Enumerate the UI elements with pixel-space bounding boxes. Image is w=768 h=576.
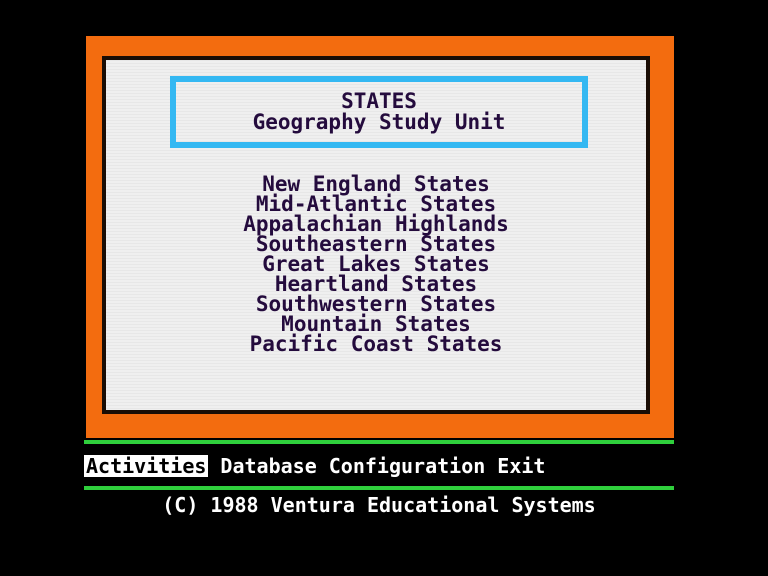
region-item-mid-atlantic[interactable]: Mid-Atlantic States [106,194,646,215]
app-title: STATES [341,89,417,113]
title-box: STATES Geography Study Unit [170,76,588,148]
menu-exit[interactable]: Exit [497,455,545,477]
copyright-notice: (C) 1988 Ventura Educational Systems [162,493,596,517]
region-item-great-lakes[interactable]: Great Lakes States [106,254,646,275]
app-subtitle: Geography Study Unit [252,110,506,134]
menu-bottom-divider [84,486,674,490]
region-item-southeastern[interactable]: Southeastern States [106,234,646,255]
region-list: New England States Mid-Atlantic States A… [106,174,646,355]
main-window-frame: STATES Geography Study Unit New England … [86,36,674,438]
menu-top-divider [84,440,674,444]
main-panel: STATES Geography Study Unit New England … [102,56,650,414]
region-item-mountain[interactable]: Mountain States [106,314,646,335]
menu-configuration[interactable]: Configuration [329,455,486,477]
menu-activities[interactable]: Activities [84,455,209,477]
region-item-southwestern[interactable]: Southwestern States [106,294,646,315]
region-item-pacific-coast[interactable]: Pacific Coast States [106,334,646,355]
region-item-heartland[interactable]: Heartland States [106,274,646,295]
region-item-appalachian[interactable]: Appalachian Highlands [106,214,646,235]
menu-bar: Activities Database Configuration Exit [84,454,674,478]
menu-database[interactable]: Database [220,455,316,477]
region-item-new-england[interactable]: New England States [106,174,646,195]
